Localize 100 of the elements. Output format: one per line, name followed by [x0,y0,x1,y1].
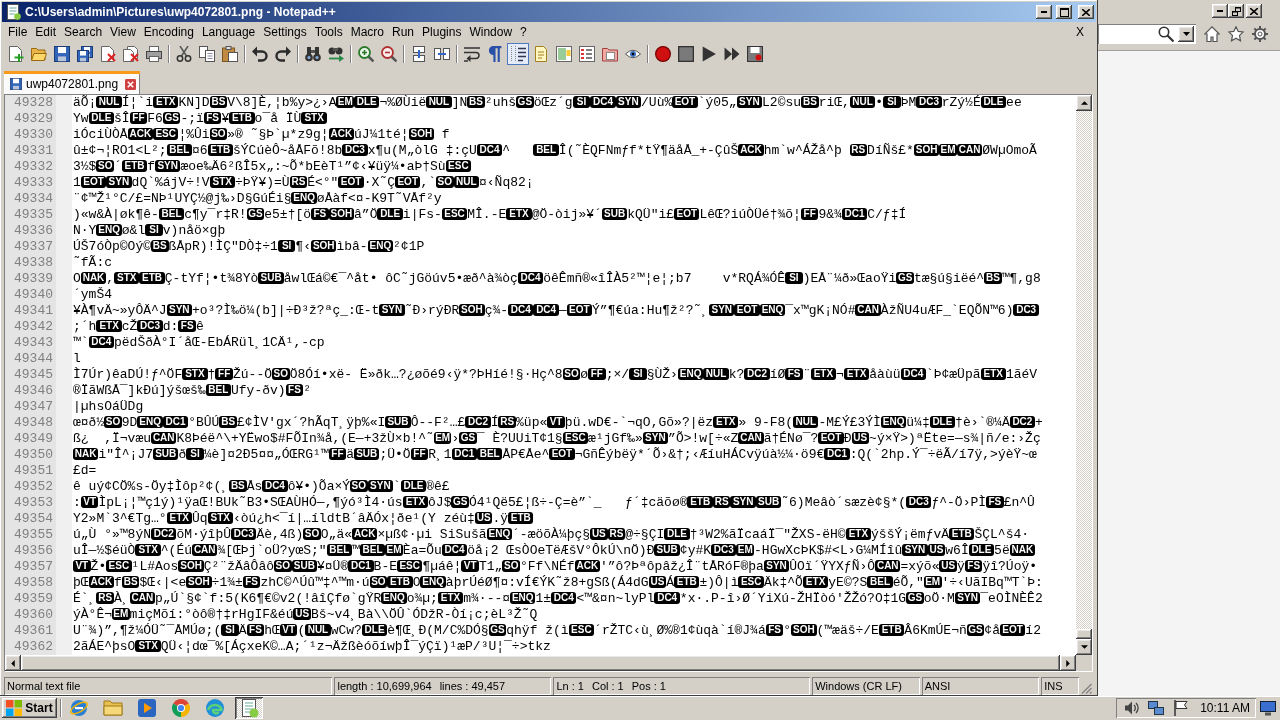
toolbar-button[interactable] [355,43,377,65]
code-text: ØWµOmoÃ [982,143,1037,158]
code-text: ä [346,447,355,462]
toolbar-button[interactable] [219,43,241,65]
control-code: ACK [352,528,378,540]
desktop-icon [1260,700,1276,716]
control-code: FF [800,208,819,220]
dropdown-button[interactable] [1178,26,1194,42]
control-code: FS [246,624,265,636]
menu-item[interactable]: Run [388,24,419,39]
replace-icon [328,46,344,62]
code-text: ß¿ ,Ï¬væu [73,431,151,446]
menu-item[interactable]: Search [60,24,107,39]
function-list-icon [579,46,595,62]
file-tab[interactable]: uwp4072801.png [4,71,141,94]
control-code: VT [461,560,479,572]
scroll-right-button[interactable] [1060,655,1076,671]
taskbar-button[interactable] [235,697,263,719]
clock[interactable]: 10:11 AM [1200,701,1250,715]
menu-item[interactable]: Encoding [139,24,198,39]
code-text: 3½$ [73,159,97,174]
toolbar-button[interactable] [507,43,529,65]
code-text: ^ [502,143,512,158]
code-text: w6Î [945,543,969,558]
toolbar-button[interactable] [120,43,142,65]
code-text: »® ˜§Þ`µ*z9g¦ [227,127,329,142]
code-text: @Ö-òij»¥´ [531,207,602,222]
code-text: Ç-tYf¦•t¾8Yò [164,271,259,286]
minimize-button[interactable] [1036,5,1052,19]
menu-item[interactable]: File [4,24,32,39]
vertical-scrollbar[interactable] [1076,95,1092,655]
control-code: FS [178,320,196,332]
toolbar-button[interactable] [675,43,697,65]
search-field[interactable] [1098,24,1196,44]
menu-item[interactable]: Settings [259,24,311,39]
maximize-button[interactable] [1056,5,1072,19]
control-code: ETB [229,112,255,124]
control-code: SO [502,560,520,572]
control-code: RS [498,416,517,428]
scroll-up-button[interactable] [1076,95,1092,111]
resize-grip-icon [1081,683,1092,694]
control-code: US [648,576,667,588]
menu-item[interactable]: ? [516,24,531,39]
indent-guide-icon [510,46,526,62]
line-number: 49341 [13,303,54,319]
line-number: 49355 [13,527,54,543]
code-text: ¯eOÌNÈÊ2 [980,591,1043,606]
control-code: EM [336,96,355,108]
toolbar-button[interactable] [143,43,165,65]
control-code: DC2 [151,528,177,540]
control-code: ACK [738,144,764,156]
code-text: <™&¤n~lyPl [576,591,655,606]
code-text: '÷‹UãIBq™T`Þ: [941,575,1043,590]
control-code: BEL [326,544,353,556]
toolbar-button[interactable] [744,43,766,65]
start-button[interactable]: Start [2,698,57,718]
control-code: SYN [763,560,790,572]
control-code: ACK [127,128,153,140]
control-code: SUB [354,448,380,460]
close-button[interactable] [1078,5,1094,19]
settings-icon [1252,26,1268,42]
toolbar-button[interactable] [378,43,400,65]
menu-item[interactable]: Tools [310,24,347,39]
menu-item[interactable]: Language [197,24,260,39]
home-icon [1204,26,1220,42]
menu-item[interactable]: Edit [31,24,61,39]
menu-item[interactable]: View [106,24,140,39]
code-text: : [73,495,81,510]
scroll-thumb[interactable] [1076,629,1092,639]
code-text: Â6KmÚE¬ñ [904,623,967,638]
text-editor[interactable] [4,94,1093,672]
restore-button[interactable] [1228,4,1244,18]
close-document-button[interactable]: X [1073,24,1087,39]
code-text: ¢å [984,623,1000,638]
menu-item[interactable]: Macro [346,24,388,39]
scroll-left-button[interactable] [5,655,21,671]
menu-item[interactable]: Window [465,24,517,39]
sync-vertical-icon [411,46,427,62]
menu-item[interactable]: Plugins [418,24,466,39]
toolbar-button[interactable] [652,43,674,65]
code-text: ê uý¢CÖ%s-Öy‡Ìôp²¢(¸ [73,479,230,494]
code-text: ð [178,447,187,462]
line-number: 49343 [13,335,54,351]
left-arrow-icon [11,659,15,667]
control-code: DC1 [348,560,374,572]
minimize-button[interactable] [1212,4,1228,18]
code-text: ÀžÑU4uÆF_`EQÕN™6) [880,303,1014,318]
close-button[interactable] [1246,4,1262,18]
toolbar-button[interactable] [74,43,96,65]
scroll-down-button[interactable] [1076,639,1092,655]
code-text: ŠÇL^š4· [974,527,1030,542]
control-code: EM [923,576,942,588]
toolbar-button[interactable] [196,43,218,65]
control-code: DC3 [1013,304,1039,316]
line-number: 49356 [13,543,54,559]
toolbar-button[interactable] [553,43,575,65]
toolbar-button[interactable] [51,43,73,65]
control-code: US [927,544,946,556]
code-text: åàùü [869,367,901,382]
toolbar-button[interactable] [576,43,598,65]
